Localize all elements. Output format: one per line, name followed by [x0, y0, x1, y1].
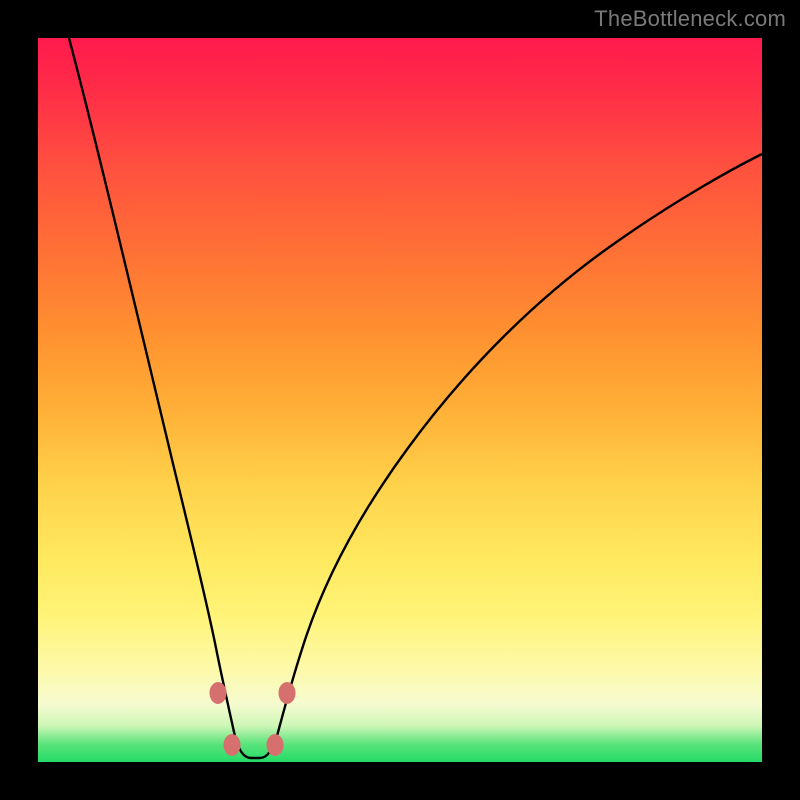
plot-area [38, 38, 762, 762]
curve-marker [210, 682, 227, 704]
curve-marker [267, 734, 284, 756]
watermark-text: TheBottleneck.com [594, 6, 786, 32]
bottleneck-curve-path [69, 38, 762, 758]
curve-layer [38, 38, 762, 762]
curve-marker [224, 734, 241, 756]
chart-frame: TheBottleneck.com [0, 0, 800, 800]
curve-marker [279, 682, 296, 704]
